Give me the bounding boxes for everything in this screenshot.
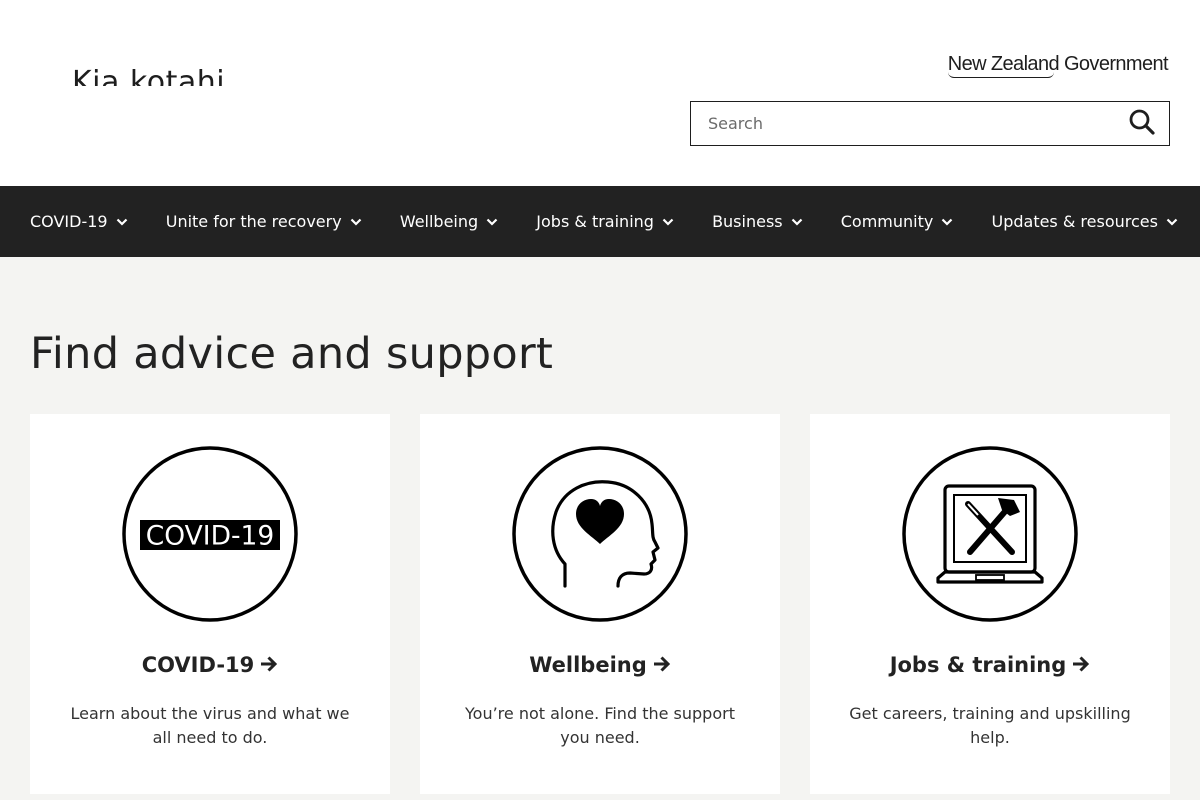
main-navigation: COVID-19 Unite for the recovery Wellbein… [0,186,1200,257]
main-content: Find advice and support COVID-19 COVID-1… [0,257,1200,794]
page-title: Find advice and support [30,329,554,379]
head-heart-icon [420,446,780,622]
chevron-down-icon [116,218,128,226]
chevron-down-icon [486,218,498,226]
card-covid-19[interactable]: COVID-19 COVID-19 Learn about the virus … [30,414,390,794]
covid-19-badge-text: COVID-19 [146,521,275,552]
nav-item-updates-resources[interactable]: Updates & resources [991,212,1178,231]
card-title-text: Jobs & training [889,653,1067,677]
card-jobs-training[interactable]: Jobs & training Get careers, training an… [810,414,1170,794]
nz-government-logo[interactable]: New Zealand Government [947,52,1169,78]
nav-item-unite-for-the-recovery[interactable]: Unite for the recovery [166,212,362,231]
nav-item-label: Updates & resources [991,212,1158,231]
card-title: COVID-19 [30,652,390,678]
card-title-text: COVID-19 [141,653,255,677]
nav-item-label: Unite for the recovery [165,212,342,231]
nav-item-covid-19[interactable]: COVID-19 [30,212,128,231]
arrow-right-icon [653,652,671,678]
chevron-down-icon [662,218,674,226]
nav-item-community[interactable]: Community [841,212,954,231]
chevron-down-icon [791,218,803,226]
card-title-text: Wellbeing [529,653,647,677]
laptop-tools-icon [810,446,1170,622]
card-description: Get careers, training and upskilling hel… [849,704,1131,747]
nz-government-logo-swoosh [947,72,1054,78]
card-grid: COVID-19 COVID-19 Learn about the virus … [30,414,1170,794]
chevron-down-icon [350,218,362,226]
card-description: You’re not alone. Find the support you n… [465,704,735,747]
card-title: Jobs & training [810,652,1170,678]
card-title: Wellbeing [420,652,780,678]
nav-item-label: Jobs & training [536,212,654,231]
search-button[interactable] [1115,102,1169,145]
nav-item-wellbeing[interactable]: Wellbeing [400,212,498,231]
nav-item-jobs-training[interactable]: Jobs & training [536,212,674,231]
card-description: Learn about the virus and what we all ne… [70,704,350,747]
search-form [690,101,1170,146]
nav-item-label: Business [712,212,783,231]
nav-item-label: Wellbeing [399,212,479,231]
nav-item-label: Community [840,212,934,231]
nav-item-label: COVID-19 [30,212,108,231]
site-logo[interactable]: Kia kotahi [72,66,225,86]
arrow-right-icon [260,652,278,678]
card-wellbeing[interactable]: Wellbeing You’re not alone. Find the sup… [420,414,780,794]
covid-19-badge-icon: COVID-19 [30,446,390,622]
arrow-right-icon [1072,652,1090,678]
chevron-down-icon [941,218,953,226]
nav-item-business[interactable]: Business [712,212,803,231]
search-input[interactable] [691,102,1115,145]
search-icon [1129,109,1155,138]
chevron-down-icon [1166,218,1178,226]
site-header: Kia kotahi New Zealand Government [0,0,1200,186]
